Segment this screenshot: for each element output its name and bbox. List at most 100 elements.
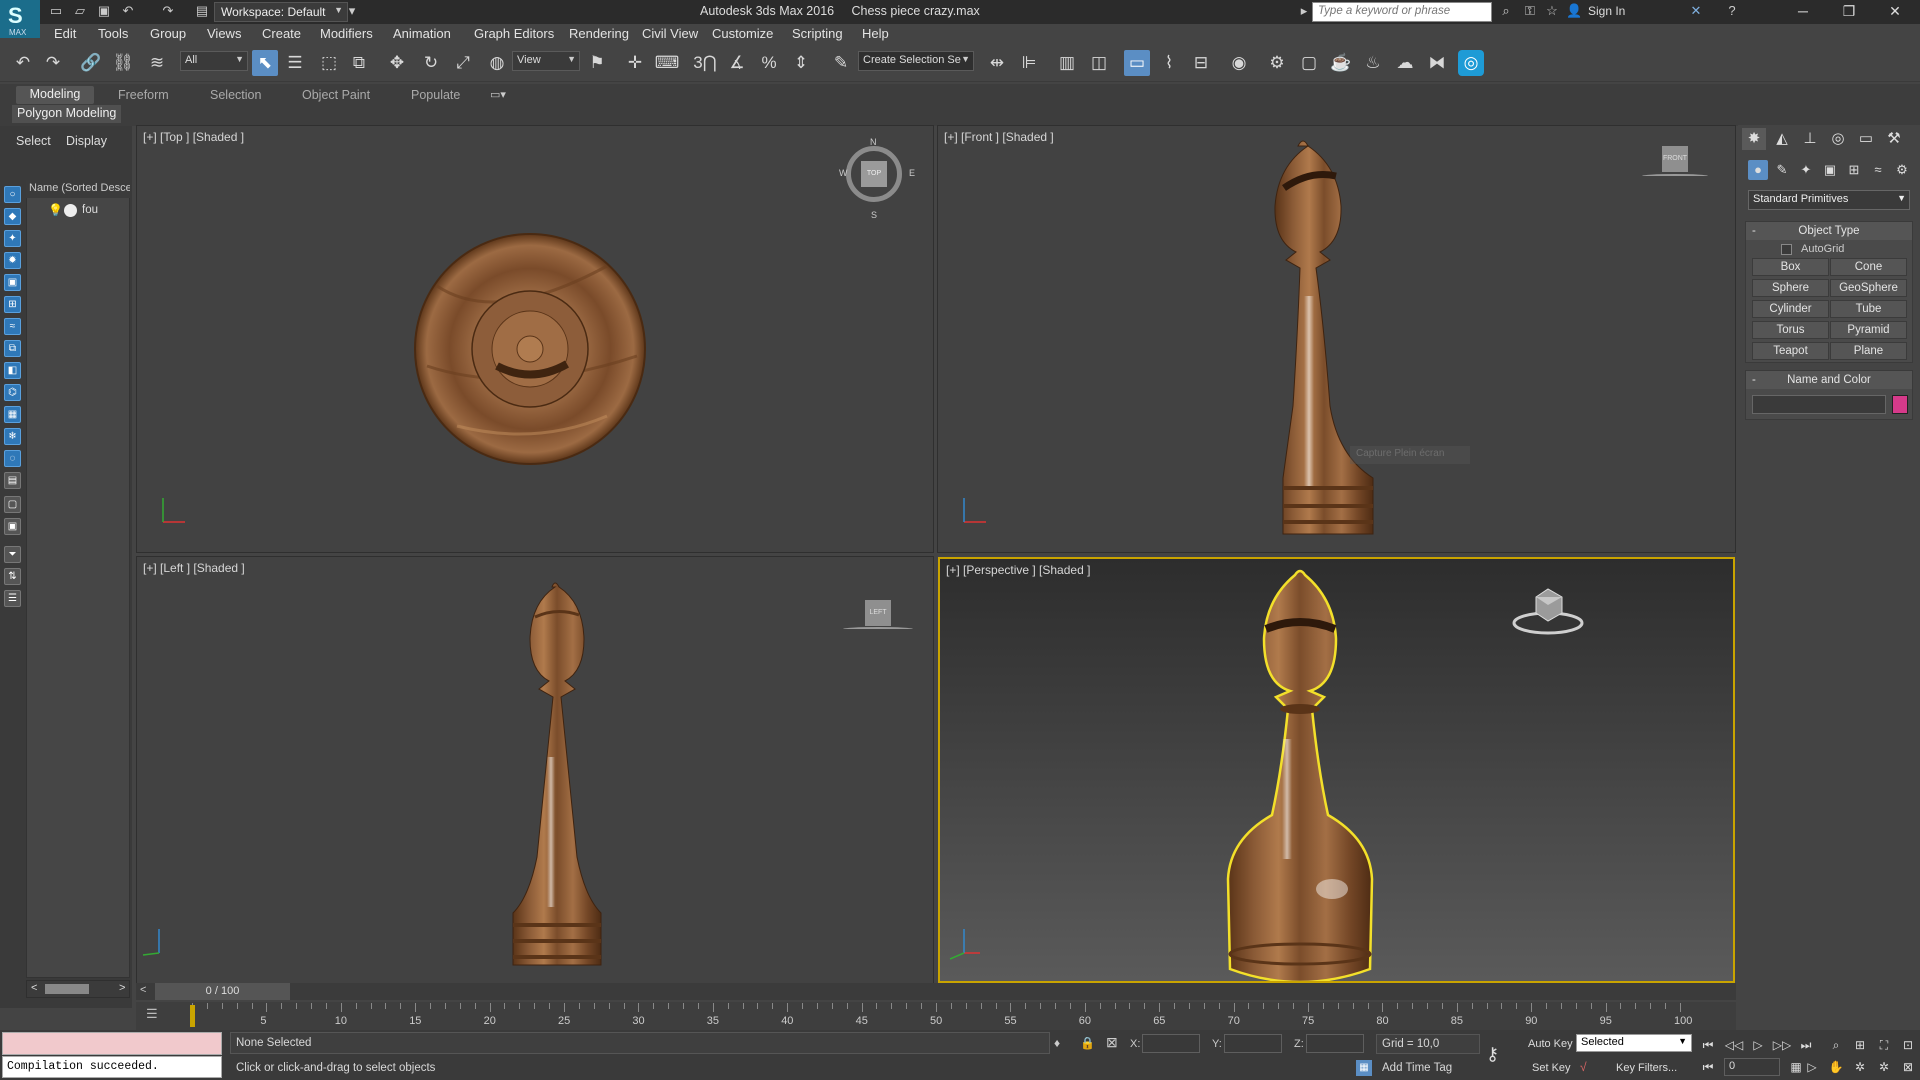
ribbon-tab-freeform[interactable]: Freeform [110, 87, 177, 105]
subscription-icon[interactable]: ⚿ [1522, 3, 1538, 19]
orbit-subobject-icon[interactable]: ✲ [1874, 1058, 1894, 1076]
selection-lock-icon[interactable]: 🔒 [1080, 1036, 1095, 1050]
name-and-color-rollout-header[interactable]: - Name and Color [1746, 371, 1912, 389]
key-filters-button[interactable]: Key Filters... [1616, 1062, 1677, 1074]
rendered-frame-window-icon[interactable]: ▢ [1296, 50, 1322, 76]
menu-edit[interactable]: Edit [54, 26, 76, 41]
create-tab-icon[interactable]: ✸ [1742, 128, 1766, 150]
search-input[interactable]: Type a keyword or phrase [1312, 2, 1492, 22]
geometry-category-icon[interactable]: ● [1748, 160, 1768, 180]
ribbon-tab-object-paint[interactable]: Object Paint [294, 87, 378, 105]
viewcube[interactable]: TOP [861, 161, 887, 187]
pyramid-button[interactable]: Pyramid [1830, 321, 1907, 339]
object-name-input[interactable] [1752, 395, 1886, 414]
display-helpers-icon[interactable]: ⊞ [4, 296, 21, 313]
select-by-name-icon[interactable]: ☰ [282, 50, 308, 76]
field-of-view-icon[interactable]: ▷ [1802, 1058, 1822, 1076]
render-online-icon[interactable]: ⧓ [1424, 50, 1450, 76]
render-setup-icon[interactable]: ⚙ [1264, 50, 1290, 76]
play-icon[interactable]: ▷ [1748, 1036, 1768, 1054]
display-groups-icon[interactable]: ⧉ [4, 340, 21, 357]
display-none-icon[interactable]: ○ [4, 186, 21, 203]
ribbon-options-icon[interactable]: ▭▾ [490, 88, 506, 101]
explorer-scrollbar[interactable]: < > [26, 980, 130, 998]
torus-button[interactable]: Torus [1752, 321, 1829, 339]
menu-tools[interactable]: Tools [98, 26, 128, 41]
snaps-toggle-button[interactable]: 3⋂ [692, 50, 718, 76]
time-slider-thumb[interactable]: 0 / 100 [155, 983, 290, 1000]
previous-frame-icon[interactable]: ◁◁ [1724, 1036, 1744, 1054]
zoom-extents-icon[interactable]: ⛶ [1874, 1036, 1894, 1054]
go-to-end-icon[interactable]: ⏭ [1796, 1036, 1816, 1054]
zoom-extents-all-icon[interactable]: ⊡ [1898, 1036, 1918, 1054]
ribbon-tab-modeling[interactable]: Modeling [16, 86, 94, 104]
motion-tab-icon[interactable]: ◎ [1826, 128, 1850, 150]
ribbon-tab-populate[interactable]: Populate [403, 87, 468, 105]
bind-space-warp-icon[interactable]: ≋ [144, 50, 170, 76]
undo-icon[interactable]: ↶ [120, 3, 136, 19]
tube-button[interactable]: Tube [1830, 300, 1907, 318]
lights-category-icon[interactable]: ✦ [1796, 160, 1816, 180]
move-icon[interactable]: ✥ [384, 50, 410, 76]
geometry-type-dropdown[interactable]: Standard Primitives ▼ [1748, 190, 1910, 210]
time-slider-track[interactable]: < > [136, 983, 1736, 1000]
scroll-left-icon[interactable]: < [31, 982, 37, 994]
scroll-thumb[interactable] [45, 984, 89, 994]
percent-snap-icon[interactable]: % [756, 50, 782, 76]
menu-rendering[interactable]: Rendering [569, 26, 629, 41]
display-geometry-icon[interactable]: ◆ [4, 208, 21, 225]
redo-button[interactable]: ↷ [40, 50, 66, 76]
a360-icon[interactable]: ◎ [1458, 50, 1484, 76]
auto-key-button[interactable]: Auto Key [1528, 1038, 1573, 1050]
material-editor-icon[interactable]: ◉ [1226, 50, 1252, 76]
cameras-category-icon[interactable]: ▣ [1820, 160, 1840, 180]
angle-snap-icon[interactable]: ∡ [724, 50, 750, 76]
display-cameras-icon[interactable]: ▣ [4, 274, 21, 291]
mini-curve-editor-icon[interactable]: ☰ [146, 1006, 168, 1024]
menu-create[interactable]: Create [262, 26, 301, 41]
current-frame-marker[interactable] [190, 1005, 195, 1027]
display-bones-icon[interactable]: ⌬ [4, 384, 21, 401]
edit-named-selection-icon[interactable]: ✎ [828, 50, 854, 76]
object-type-rollout-header[interactable]: - Object Type [1746, 222, 1912, 240]
list-item[interactable]: 💡 fou [30, 203, 128, 219]
y-coordinate-field[interactable] [1224, 1034, 1282, 1053]
display-shapes-icon[interactable]: ✦ [4, 230, 21, 247]
layer-manager-icon[interactable]: ▥ [1054, 50, 1080, 76]
orbit-icon[interactable]: ✲ [1850, 1058, 1870, 1076]
viewcube[interactable] [1508, 579, 1588, 639]
menu-customize[interactable]: Customize [712, 26, 773, 41]
viewport-perspective[interactable]: [+] [Perspective ] [Shaded ] [938, 557, 1735, 983]
reference-coordinate-dropdown[interactable]: View ▼ [512, 51, 580, 71]
object-color-swatch[interactable] [1892, 395, 1908, 414]
schematic-view-icon[interactable]: ⊟ [1188, 50, 1214, 76]
key-mode-dropdown[interactable]: Selected ▼ [1576, 1034, 1692, 1052]
display-hidden-icon[interactable]: ◌ [4, 450, 21, 467]
layer-explorer-icon[interactable]: ☰ [4, 590, 21, 607]
display-lights-icon[interactable]: ✹ [4, 252, 21, 269]
maxscript-output[interactable]: Compilation succeeded. [2, 1056, 222, 1078]
systems-category-icon[interactable]: ⚙ [1892, 160, 1912, 180]
open-file-icon[interactable]: ▱ [72, 3, 88, 19]
display-containers-icon[interactable]: ▦ [4, 406, 21, 423]
zoom-all-icon[interactable]: ⊞ [1850, 1036, 1870, 1054]
menu-modifiers[interactable]: Modifiers [320, 26, 373, 41]
select-and-manipulate-icon[interactable]: ✛ [622, 50, 648, 76]
curve-editor-icon[interactable]: ⌇ [1156, 50, 1182, 76]
go-to-start-icon[interactable]: ⏮ [1698, 1036, 1718, 1054]
app-logo[interactable]: S MAX [0, 0, 40, 38]
exchange-apps-icon[interactable]: ✕ [1688, 3, 1704, 19]
display-invert-icon[interactable]: ▣ [4, 518, 21, 535]
set-key-button[interactable]: Set Key [1532, 1062, 1571, 1074]
explorer-column-header[interactable]: Name (Sorted Descending) [26, 180, 130, 198]
explorer-tab-display[interactable]: Display [66, 134, 107, 148]
menu-group[interactable]: Group [150, 26, 186, 41]
current-frame-field[interactable]: 0 [1724, 1058, 1780, 1076]
polygon-modeling-panel[interactable]: Polygon Modeling [12, 105, 122, 123]
cone-button[interactable]: Cone [1830, 258, 1907, 276]
search-arrow-icon[interactable]: ▸ [1296, 3, 1312, 19]
add-time-tag-button[interactable]: Add Time Tag [1382, 1062, 1452, 1074]
time-tag-icon[interactable]: ▦ [1356, 1060, 1372, 1076]
x-coordinate-field[interactable] [1142, 1034, 1200, 1053]
project-folder-icon[interactable]: ▤ [194, 3, 210, 19]
